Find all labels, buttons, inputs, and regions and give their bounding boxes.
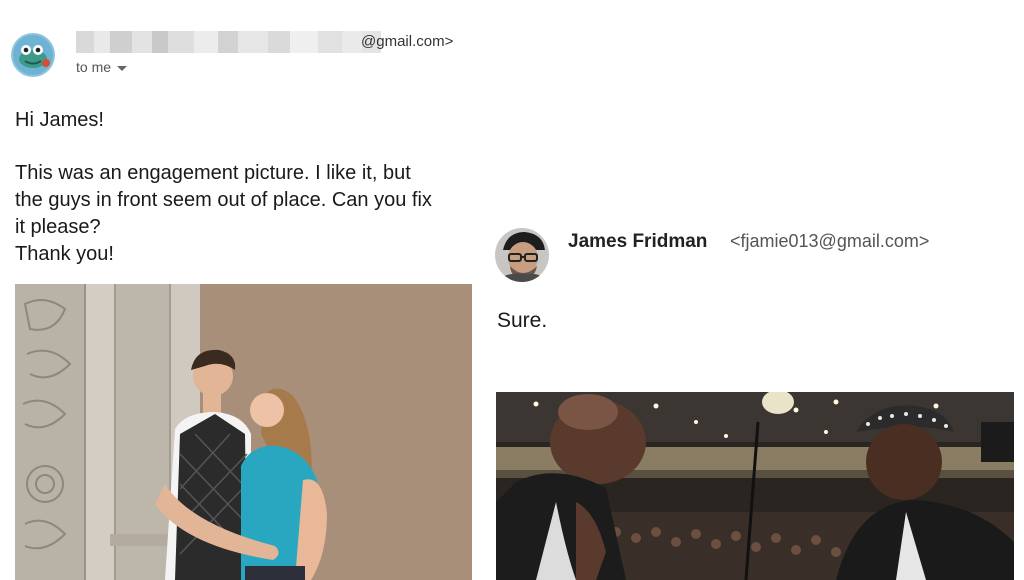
reply-message: Sure. (497, 309, 548, 332)
email-greeting: Hi James! (15, 109, 104, 131)
redacted-sender-name (76, 31, 381, 53)
email-body-line-3: it please? (15, 216, 101, 238)
reply-sender-email: <fjamie013@gmail.com> (730, 231, 930, 251)
chevron-down-icon[interactable] (117, 65, 128, 71)
sender-avatar[interactable] (11, 33, 55, 77)
reply-sender-avatar[interactable] (495, 228, 549, 282)
attached-lecture-hall-photo[interactable] (496, 392, 1014, 580)
reply-sender-name: James Fridman (568, 231, 708, 252)
recipient-details-toggle[interactable]: to me (76, 59, 128, 75)
email-body-line-1: This was an engagement picture. I like i… (15, 162, 411, 184)
attached-engagement-photo[interactable] (15, 284, 472, 580)
email-body-line-2: the guys in front seem out of place. Can… (15, 189, 432, 211)
sender-email-domain: @gmail.com> (361, 33, 454, 50)
email-body-line-4: Thank you! (15, 243, 114, 265)
recipient-label: to me (76, 59, 112, 75)
